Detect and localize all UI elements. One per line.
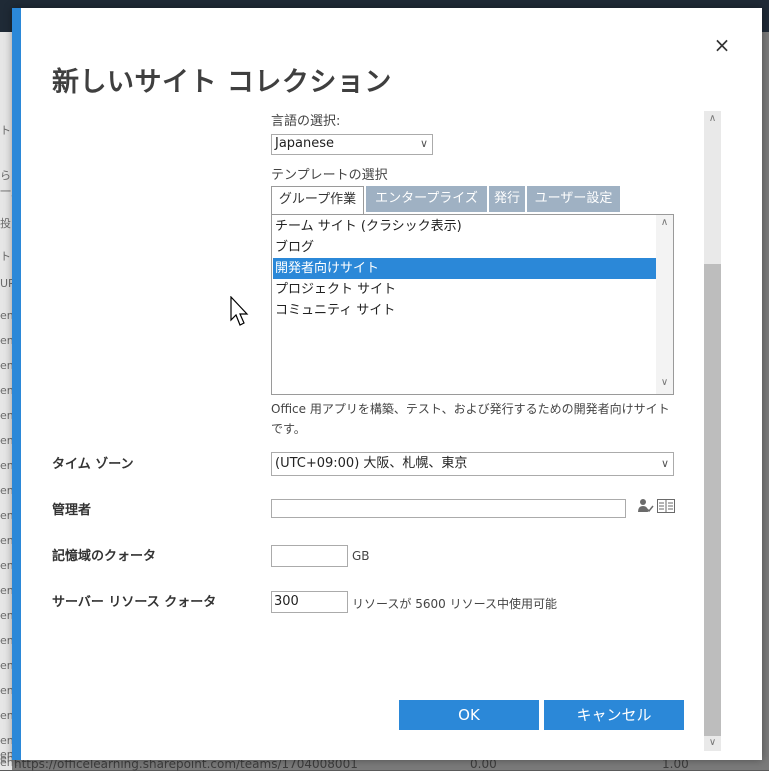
- storage-quota-label: 記憶域のクォータ: [52, 549, 157, 564]
- language-select[interactable]: Japanese ∨: [271, 134, 433, 155]
- timezone-select[interactable]: (UTC+09:00) 大阪、札幌、東京 ∨: [271, 452, 674, 476]
- template-label: テンプレートの選択: [271, 168, 388, 183]
- cancel-button[interactable]: キャンセル: [544, 700, 684, 730]
- chevron-up-icon[interactable]: ∧: [704, 111, 721, 127]
- chevron-down-icon: ∨: [419, 137, 428, 150]
- template-item-blog[interactable]: ブログ: [273, 237, 657, 258]
- close-button[interactable]: ×: [710, 34, 734, 56]
- background-left-fragment: ト: [0, 250, 11, 263]
- template-item-project-site[interactable]: プロジェクト サイト: [273, 279, 657, 300]
- tab-custom[interactable]: ユーザー設定: [527, 186, 620, 212]
- background-left-fragment: ト: [0, 124, 11, 137]
- check-names-icon[interactable]: [638, 498, 654, 514]
- language-select-value: Japanese: [275, 136, 335, 151]
- tab-group-work[interactable]: グループ作業: [271, 186, 364, 214]
- timezone-label: タイム ゾーン: [52, 457, 134, 472]
- server-resource-quota-note: リソースが 5600 リソース中使用可能: [352, 597, 557, 611]
- chevron-down-icon[interactable]: ∨: [704, 735, 721, 751]
- server-resource-quota-input[interactable]: 300: [271, 591, 348, 613]
- background-left-fragment: 投: [0, 217, 11, 230]
- template-list-scrollbar[interactable]: ∧ ∨: [656, 215, 673, 394]
- mouse-cursor-icon: [230, 296, 249, 326]
- tab-enterprise[interactable]: エンタープライズ: [366, 186, 487, 212]
- chevron-up-icon[interactable]: ∧: [656, 217, 673, 228]
- chevron-down-icon: ∨: [660, 457, 669, 470]
- template-listbox[interactable]: チーム サイト (クラシック表示) ブログ 開発者向けサイト プロジェクト サイ…: [271, 214, 674, 395]
- template-item-developer-site[interactable]: 開発者向けサイト: [273, 258, 657, 279]
- template-item-team-site[interactable]: チーム サイト (クラシック表示): [273, 216, 657, 237]
- address-book-icon[interactable]: [657, 499, 675, 513]
- ok-button[interactable]: OK: [399, 700, 539, 730]
- background-left-fragment: ら: [0, 169, 11, 182]
- template-description: Office 用アプリを構築、テスト、および発行するための開発者向けサイトです。: [271, 402, 670, 436]
- language-label: 言語の選択:: [271, 114, 341, 129]
- chevron-down-icon[interactable]: ∨: [656, 377, 673, 388]
- timezone-select-value: (UTC+09:00) 大阪、札幌、東京: [275, 456, 468, 471]
- tab-publishing[interactable]: 発行: [489, 186, 525, 212]
- storage-quota-input[interactable]: [271, 545, 348, 567]
- dialog-scrollbar[interactable]: ∧ ∨: [704, 111, 721, 751]
- storage-quota-unit: GB: [352, 549, 370, 563]
- dialog-title: 新しいサイト コレクション: [52, 67, 392, 98]
- administrator-input[interactable]: [271, 499, 626, 518]
- dialog-accent-bar: [12, 8, 21, 760]
- template-item-community-site[interactable]: コミュニティ サイト: [273, 300, 657, 321]
- new-site-collection-dialog: × 新しいサイト コレクション 言語の選択: Japanese ∨ テンプレート…: [12, 8, 762, 760]
- dialog-scrollbar-thumb[interactable]: [704, 264, 721, 736]
- server-resource-quota-label: サーバー リソース クォータ: [52, 595, 217, 610]
- administrator-label: 管理者: [52, 503, 92, 518]
